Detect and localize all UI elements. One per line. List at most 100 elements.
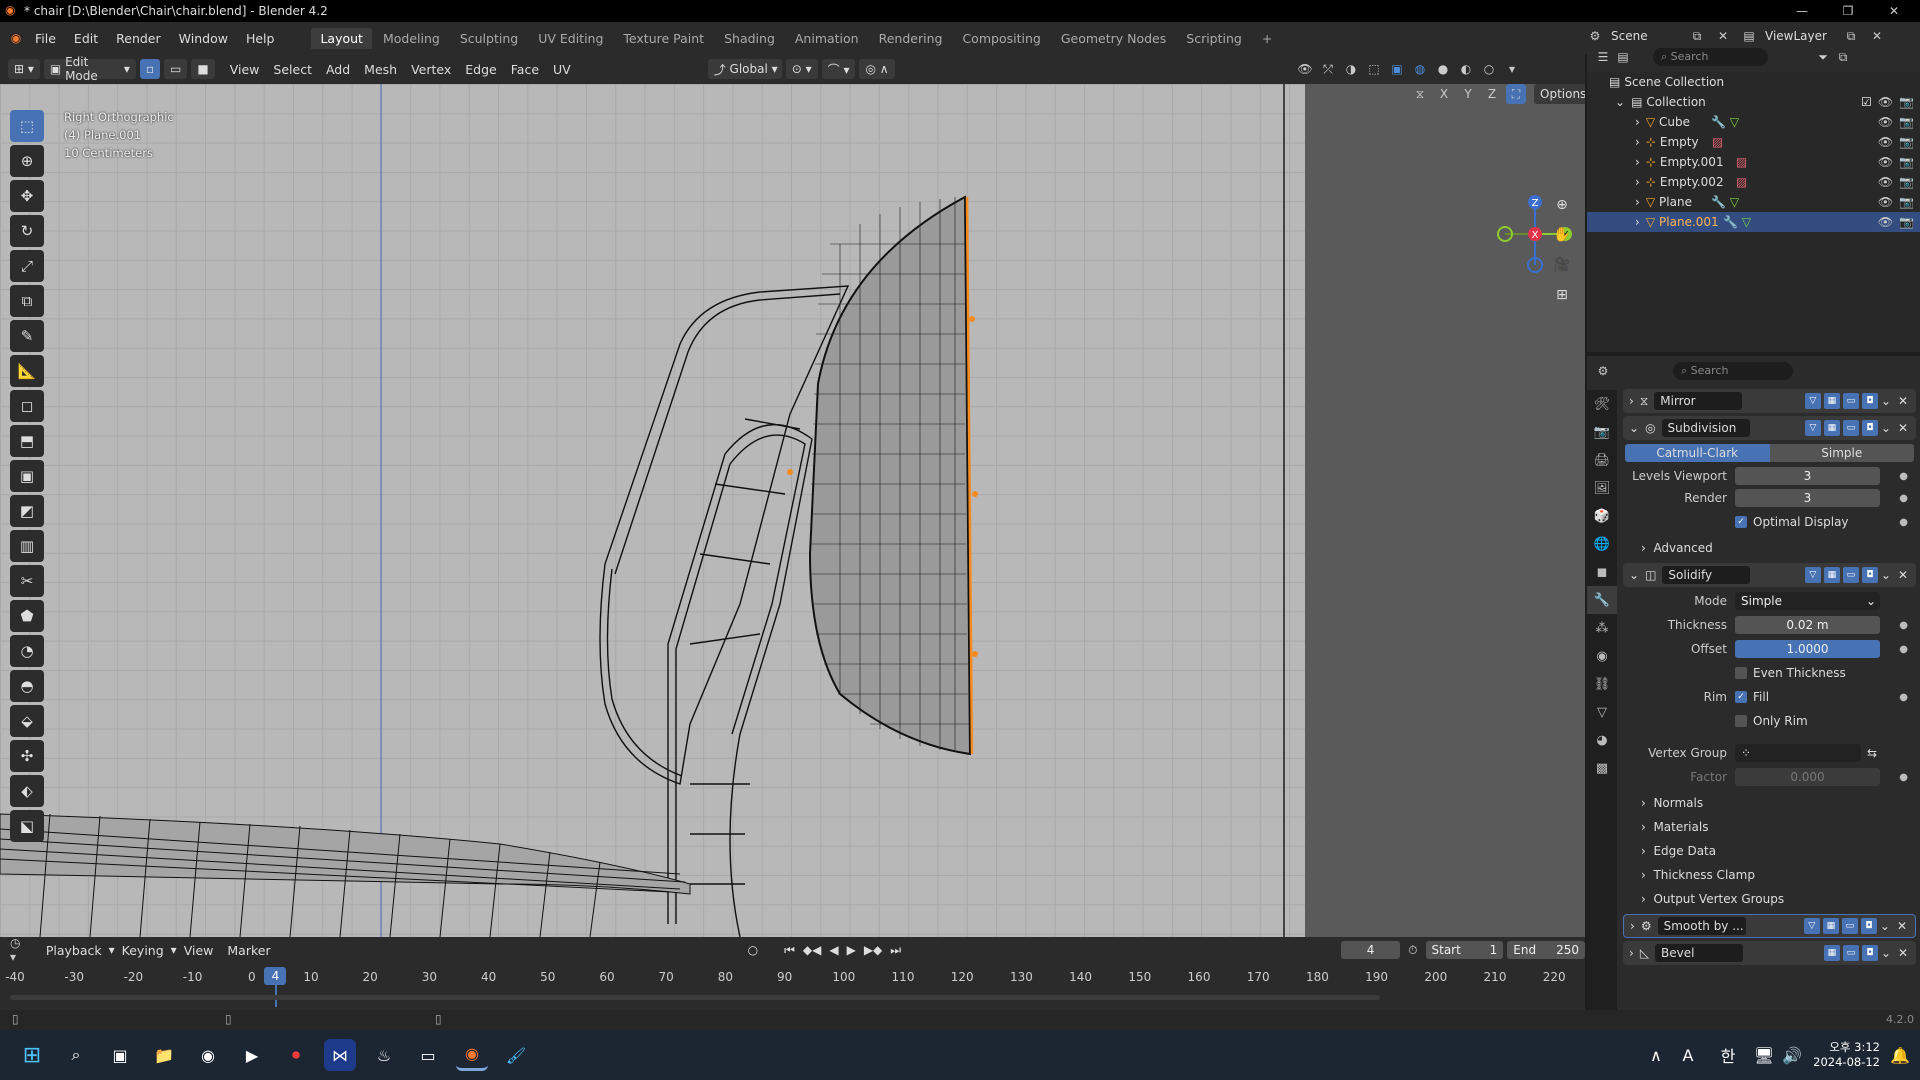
viewlayer-name[interactable]: ViewLayer xyxy=(1765,29,1835,43)
add-cube-tool-icon[interactable]: ◻ xyxy=(10,390,44,422)
viewport-menu-view[interactable]: View xyxy=(223,62,267,77)
knife-tool-icon[interactable]: ✂ xyxy=(10,565,44,597)
render-levels-field[interactable]: 3 xyxy=(1735,489,1880,507)
outliner-row-cube[interactable]: › ▽ Cube 🔧 ▽ 👁 📷 xyxy=(1587,112,1920,132)
notification-bell-icon[interactable]: 🔔 xyxy=(1884,1039,1916,1071)
world-tab-icon[interactable]: 🌐 xyxy=(1587,530,1617,558)
keyframe-dot-icon[interactable]: ● xyxy=(1899,517,1908,528)
viewport-menu-face[interactable]: Face xyxy=(504,62,546,77)
render-icon[interactable]: ◘ xyxy=(1860,918,1877,934)
expand-chevron-icon[interactable]: ⌄ xyxy=(1615,95,1625,109)
object-visibility[interactable]: 👁 📷 xyxy=(1878,175,1914,189)
end-frame-field[interactable]: End 250 xyxy=(1507,941,1585,959)
object-visibility[interactable]: 👁 📷 xyxy=(1878,115,1914,129)
keyframe-dot-icon[interactable]: ● xyxy=(1899,493,1908,504)
overlay-toggle-icon[interactable]: ◑ xyxy=(1341,59,1361,79)
tab-texture-paint[interactable]: Texture Paint xyxy=(614,28,713,49)
shading-options-icon[interactable]: ▾ xyxy=(1502,59,1522,79)
face-select-icon[interactable]: ■ xyxy=(191,59,215,79)
mode-selector[interactable]: ▣ Edit Mode ▾ xyxy=(43,55,136,83)
object-visibility[interactable]: 👁 📷 xyxy=(1878,215,1914,229)
vertex-group-field[interactable]: ⁘ xyxy=(1735,744,1861,762)
play-reverse-icon[interactable]: ◀ xyxy=(829,943,838,957)
edge-data-subpanel[interactable]: › Edge Data xyxy=(1619,839,1920,863)
expand-chevron-icon[interactable]: › xyxy=(1635,115,1640,129)
properties-editor-icon[interactable]: ⚙ xyxy=(1593,361,1613,381)
normals-subpanel[interactable]: › Normals xyxy=(1619,791,1920,815)
tab-layout[interactable]: Layout xyxy=(311,27,372,49)
maximize-button[interactable]: ❐ xyxy=(1826,0,1870,22)
materials-subpanel[interactable]: › Materials xyxy=(1619,815,1920,839)
axis-z-toggle[interactable]: Z xyxy=(1482,84,1502,104)
jump-start-icon[interactable]: ⏮ xyxy=(784,943,795,958)
loop-cut-tool-icon[interactable]: ▥ xyxy=(10,530,44,562)
timeline-ruler[interactable]: -40 -30 -20 -10 0 10 20 30 40 50 60 70 80 90 100 110 120… xyxy=(0,967,1585,1007)
shear-tool-icon[interactable]: ⬖ xyxy=(10,775,44,807)
remove-modifier-icon[interactable]: ✕ xyxy=(1898,394,1908,408)
task-view-icon[interactable]: ▣ xyxy=(104,1039,136,1071)
expand-chevron-icon[interactable]: ⌄ xyxy=(1629,421,1639,435)
next-keyframe-icon[interactable]: ▶◆ xyxy=(864,943,882,957)
outliner-row-plane[interactable]: › ▽ Plane 🔧 ▽ 👁 📷 xyxy=(1587,192,1920,212)
optimal-display-checkbox[interactable]: ✓ xyxy=(1735,516,1747,528)
modifier-solidify[interactable]: ⌄ ◫ Solidify ▽ ▦ ▭ ◘ ⌄ ✕ xyxy=(1623,563,1916,587)
expand-chevron-icon[interactable]: › xyxy=(1635,215,1640,229)
viewport-menu-select[interactable]: Select xyxy=(266,62,319,77)
transform-tool-icon[interactable]: ⧉ xyxy=(10,285,44,317)
edit-cage-icon[interactable]: ▽ xyxy=(1804,393,1821,409)
object-visibility[interactable]: 👁 📷 xyxy=(1878,135,1914,149)
play-icon[interactable]: ▶ xyxy=(847,943,856,957)
edit-cage-icon[interactable]: ▽ xyxy=(1804,567,1821,583)
levels-viewport-field[interactable]: 3 xyxy=(1735,467,1880,485)
editmode-icon[interactable]: ▦ xyxy=(1823,420,1840,436)
output-vertex-groups-subpanel[interactable]: › Output Vertex Groups xyxy=(1619,887,1920,911)
modifier-toggles[interactable]: ▦ ▭ ◘ ⌄ ✕ xyxy=(1823,945,1912,961)
outliner-row-collection[interactable]: ⌄ ▤ Collection ☑ 👁 📷 xyxy=(1587,92,1920,112)
render-icon[interactable]: ◘ xyxy=(1861,420,1878,436)
camera-view-icon[interactable]: 🎥 xyxy=(1548,251,1576,279)
constraints-tab-icon[interactable]: ⛓ xyxy=(1587,670,1617,698)
editmode-icon[interactable]: ▦ xyxy=(1823,393,1840,409)
blender-taskbar-icon[interactable]: ◉ xyxy=(456,1039,488,1071)
paint-app-icon[interactable]: 🖌 xyxy=(500,1039,532,1071)
modifier-toggles[interactable]: ▽ ▦ ▭ ◘ ⌄ ✕ xyxy=(1804,567,1912,583)
expand-chevron-icon[interactable]: › xyxy=(1641,868,1653,882)
timeline-scrollbar[interactable] xyxy=(10,995,1380,1000)
thickness-field[interactable]: 0.02 m xyxy=(1735,616,1880,634)
keyframe-dot-icon[interactable]: ● xyxy=(1899,471,1908,482)
realtime-icon[interactable]: ▭ xyxy=(1841,918,1858,934)
modifier-smooth-by-angle[interactable]: › ⚙ Smooth by ... ▽ ▦ ▭ ◘ ⌄ ✕ xyxy=(1623,914,1916,938)
remove-modifier-icon[interactable]: ✕ xyxy=(1898,946,1908,960)
tab-compositing[interactable]: Compositing xyxy=(953,28,1049,49)
blender-menu-icon[interactable]: ◉ xyxy=(6,28,26,48)
axis-x-toggle[interactable]: X xyxy=(1434,84,1454,104)
tool-tab-icon[interactable]: 🛠 xyxy=(1587,390,1617,418)
annotate-tool-icon[interactable]: ✎ xyxy=(10,320,44,352)
timeline-menu-view[interactable]: View xyxy=(177,943,221,958)
outliner-row-empty[interactable]: › ⊹ Empty ▨ 👁 📷 xyxy=(1587,132,1920,152)
poly-build-tool-icon[interactable]: ⬟ xyxy=(10,600,44,632)
modifier-bevel[interactable]: › ◺ Bevel ▦ ▭ ◘ ⌄ ✕ xyxy=(1623,941,1916,965)
timeline-menu-keying[interactable]: Keying xyxy=(115,943,171,958)
thickness-clamp-subpanel[interactable]: › Thickness Clamp xyxy=(1619,863,1920,887)
tab-scripting[interactable]: Scripting xyxy=(1177,28,1251,49)
modifier-subdivision[interactable]: ⌄ ◎ Subdivision ▽ ▦ ▭ ◘ ⌄ ✕ xyxy=(1623,416,1916,440)
realtime-icon[interactable]: ▭ xyxy=(1842,567,1859,583)
scene-name[interactable]: Scene xyxy=(1611,29,1681,43)
expand-chevron-icon[interactable]: ⌄ xyxy=(1629,568,1639,582)
ortho-grid-icon[interactable]: ⊞ xyxy=(1548,281,1576,309)
minimize-button[interactable]: — xyxy=(1780,0,1824,22)
simple-button[interactable]: Simple xyxy=(1769,444,1914,462)
tab-uv-editing[interactable]: UV Editing xyxy=(529,28,612,49)
output-tab-icon[interactable]: 🖨 xyxy=(1587,446,1617,474)
wireframe-shading-icon[interactable]: ◍ xyxy=(1410,59,1430,79)
add-workspace-icon[interactable]: + xyxy=(1253,28,1281,49)
close-button[interactable]: ✕ xyxy=(1872,0,1916,22)
modifier-name-field[interactable]: Subdivision xyxy=(1661,419,1750,437)
only-rim-checkbox[interactable] xyxy=(1735,715,1747,727)
render-icon[interactable]: ◘ xyxy=(1861,567,1878,583)
realtime-icon[interactable]: ▭ xyxy=(1842,945,1859,961)
extrude-tool-icon[interactable]: ⬒ xyxy=(10,425,44,457)
view-layer-tab-icon[interactable]: 🖼 xyxy=(1587,474,1617,502)
playhead-indicator[interactable]: 4 xyxy=(264,967,287,985)
